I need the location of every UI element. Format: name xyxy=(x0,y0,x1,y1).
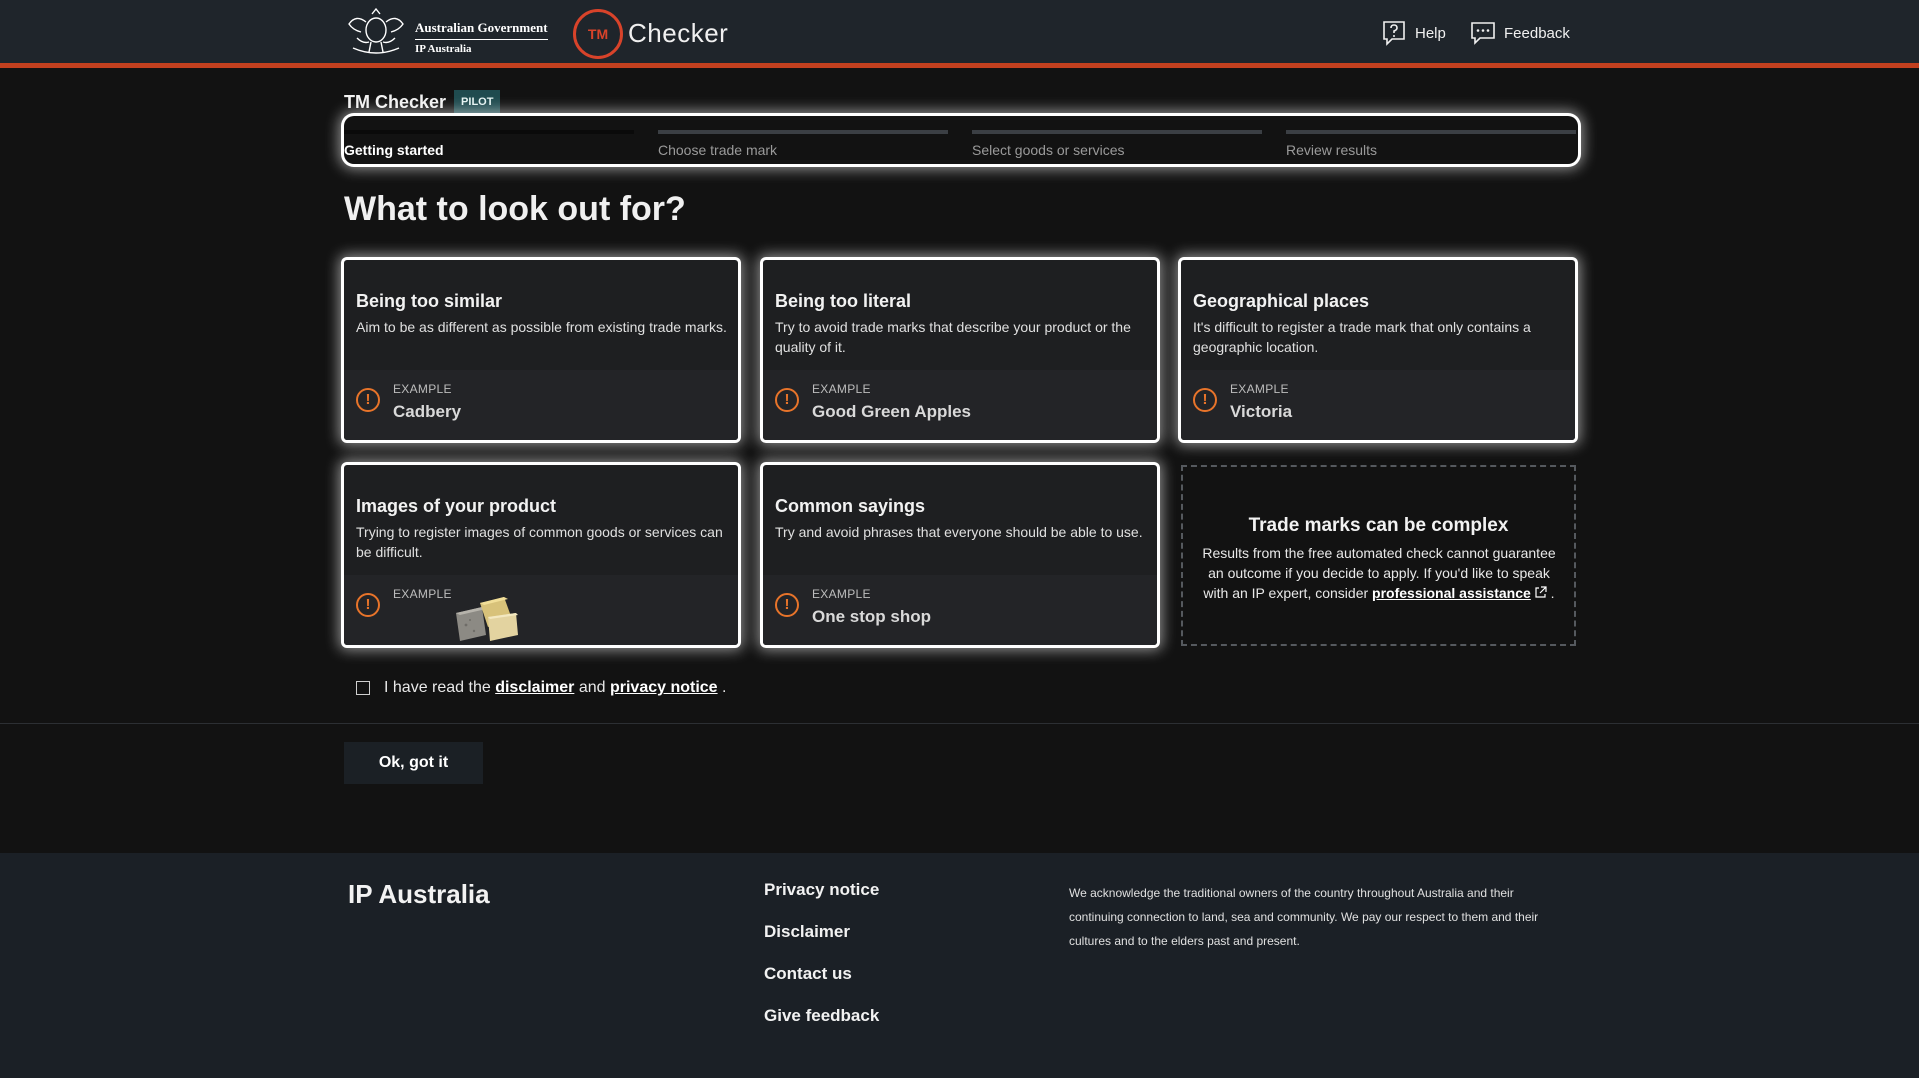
app-title-text: TM Checker xyxy=(344,91,447,112)
gov-wordmark: Australian Government IP Australia xyxy=(415,20,548,55)
card-too-similar: Being too similar Aim to be as different… xyxy=(344,260,738,440)
step-getting-started: Getting started xyxy=(344,130,634,158)
external-link-icon xyxy=(1535,586,1547,598)
step-bar xyxy=(658,130,948,134)
example-value: One stop shop xyxy=(812,607,931,626)
footer-link-contact[interactable]: Contact us xyxy=(764,964,879,984)
step-label: Select goods or services xyxy=(972,142,1125,158)
footer-acknowledgement: We acknowledge the traditional owners of… xyxy=(1069,886,1539,948)
site-footer: IP Australia Privacy notice Disclaimer C… xyxy=(0,853,1919,1078)
consent-checkbox[interactable] xyxy=(356,681,370,695)
step-label: Choose trade mark xyxy=(658,142,778,158)
help-label: Help xyxy=(1415,24,1446,42)
step-review-results: Review results xyxy=(1286,130,1576,158)
card-description: It's difficult to register a trade mark … xyxy=(1193,319,1531,355)
footer-brand: IP Australia xyxy=(348,879,490,909)
progress-stepper: Getting started Choose trade mark Select… xyxy=(344,116,1578,164)
info-description: Results from the free automated check ca… xyxy=(1198,543,1560,603)
card-description: Aim to be as different as possible from … xyxy=(356,319,727,335)
warning-icon: ! xyxy=(356,593,380,617)
consent-text: I have read the disclaimer and privacy n… xyxy=(384,679,726,697)
card-example: ! EXAMPLE xyxy=(344,575,738,645)
card-title: Geographical places xyxy=(1193,291,1370,311)
app-name[interactable]: Checker xyxy=(628,18,728,49)
card-title: Being too similar xyxy=(356,291,503,311)
feedback-link[interactable]: Feedback xyxy=(1470,20,1570,46)
consent-end: . xyxy=(722,679,727,696)
card-title: Common sayings xyxy=(775,496,926,516)
tm-logo[interactable]: TM xyxy=(573,9,623,59)
footer-link-disclaimer[interactable]: Disclaimer xyxy=(764,922,879,942)
card-description: Trying to register images of common good… xyxy=(356,524,723,560)
card-example: ! EXAMPLE Good Green Apples xyxy=(763,370,1157,440)
example-value: Victoria xyxy=(1230,402,1293,421)
card-description: Try and avoid phrases that everyone shou… xyxy=(775,524,1143,540)
professional-assistance-link[interactable]: professional assistance xyxy=(1372,585,1547,601)
footer-links: Privacy notice Disclaimer Contact us Giv… xyxy=(764,880,879,1048)
link-text: professional assistance xyxy=(1372,585,1531,601)
feedback-icon xyxy=(1471,22,1495,45)
complexity-info-box: Trade marks can be complex Results from … xyxy=(1181,465,1576,646)
card-title: Images of your product xyxy=(356,496,557,516)
step-bar xyxy=(344,130,634,134)
page-heading: What to look out for? xyxy=(344,190,686,228)
footer-link-privacy[interactable]: Privacy notice xyxy=(764,880,879,900)
pilot-badge: PILOT xyxy=(454,90,501,114)
ok-got-it-button[interactable]: Ok, got it xyxy=(344,742,483,784)
help-link[interactable]: Help xyxy=(1381,20,1446,46)
footer-link-feedback[interactable]: Give feedback xyxy=(764,1006,879,1026)
info-end: . xyxy=(1550,585,1555,601)
step-label: Review results xyxy=(1286,142,1378,158)
step-bar xyxy=(972,130,1262,134)
example-label: EXAMPLE xyxy=(393,382,452,396)
card-example: ! EXAMPLE Victoria xyxy=(1181,370,1575,440)
gov-line2: IP Australia xyxy=(415,43,472,55)
example-value: Good Green Apples xyxy=(812,402,972,421)
gov-logo[interactable]: Australian Government IP Australia xyxy=(343,8,548,58)
tm-badge-text: TM xyxy=(587,26,609,42)
step-select-goods: Select goods or services xyxy=(972,130,1262,158)
consent-and: and xyxy=(578,679,606,696)
feedback-label: Feedback xyxy=(1504,24,1570,42)
help-icon xyxy=(1383,21,1405,46)
example-label: EXAMPLE xyxy=(812,587,871,601)
consent-prefix: I have read the xyxy=(384,679,491,696)
site-header: Australian Government IP Australia TM Ch… xyxy=(0,0,1919,68)
example-value: Cadbery xyxy=(393,402,462,421)
step-label: Getting started xyxy=(344,142,444,158)
crest-logo xyxy=(348,8,404,54)
info-title: Trade marks can be complex xyxy=(1248,515,1509,536)
card-images: Images of your product Trying to registe… xyxy=(344,465,738,645)
app-title: TM Checker PILOT xyxy=(344,90,501,114)
card-title: Being too literal xyxy=(775,291,912,311)
disclaimer-link[interactable]: disclaimer xyxy=(495,679,574,696)
example-label: EXAMPLE xyxy=(393,587,452,601)
warning-icon: ! xyxy=(356,388,380,412)
section-divider xyxy=(0,723,1919,724)
warning-icon: ! xyxy=(775,388,799,412)
step-choose-trade-mark: Choose trade mark xyxy=(658,130,948,158)
cheese-image xyxy=(456,597,518,641)
privacy-notice-link[interactable]: privacy notice xyxy=(610,679,718,696)
gov-line1: Australian Government xyxy=(415,20,548,40)
consent-row: I have read the disclaimer and privacy n… xyxy=(356,679,726,697)
card-geographical: Geographical places It's difficult to re… xyxy=(1181,260,1575,440)
example-label: EXAMPLE xyxy=(812,382,871,396)
card-example: ! EXAMPLE Cadbery xyxy=(344,370,738,440)
step-bar xyxy=(1286,130,1576,134)
warning-icon: ! xyxy=(1193,388,1217,412)
card-description: Try to avoid trade marks that describe y… xyxy=(775,319,1131,355)
example-label: EXAMPLE xyxy=(1230,382,1289,396)
card-common-sayings: Common sayings Try and avoid phrases tha… xyxy=(763,465,1157,645)
warning-icon: ! xyxy=(775,593,799,617)
card-example: ! EXAMPLE One stop shop xyxy=(763,575,1157,645)
card-too-literal: Being too literal Try to avoid trade mar… xyxy=(763,260,1157,440)
